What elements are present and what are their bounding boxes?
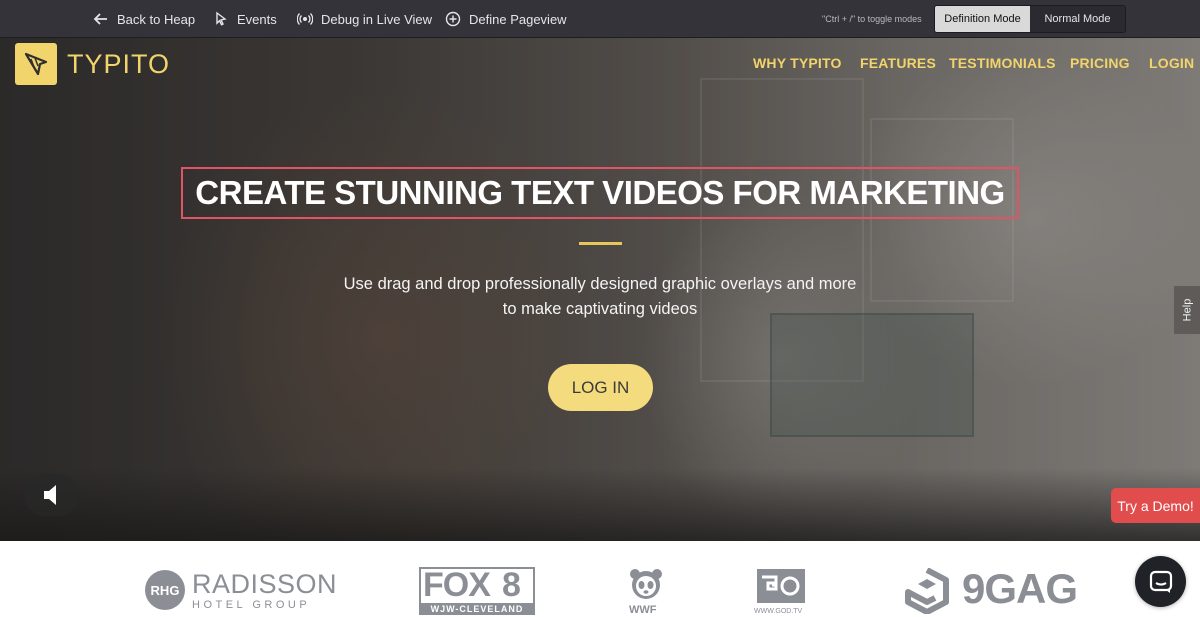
cursor-click-icon [216, 11, 227, 26]
wwf-name: WWF [629, 604, 657, 616]
godtv-name: WWW.GOD.TV [754, 608, 803, 615]
godtv-emblem-icon [757, 569, 805, 603]
fox8-subbar: WJW-CLEVELAND [421, 603, 533, 615]
film-clapper-icon [15, 43, 57, 85]
nav-testimonials[interactable]: TESTIMONIALS [949, 55, 1056, 71]
headline-highlight-box: CREATE STUNNING TEXT VIDEOS FOR MARKETIN… [181, 167, 1019, 219]
events-button[interactable]: Events [213, 0, 277, 38]
9gag-name: 9GAG [962, 565, 1078, 612]
debug-live-view-label: Debug in Live View [321, 11, 433, 27]
radisson-emblem: RHG [145, 570, 185, 610]
normal-mode-button[interactable]: Normal Mode [1030, 6, 1125, 32]
plus-circle-icon [445, 11, 461, 27]
arrow-left-icon [93, 13, 107, 25]
hero-login-button[interactable]: LOG IN [548, 364, 653, 411]
hero-subtext: Use drag and drop professionally designe… [300, 272, 900, 322]
nav-why-typito[interactable]: WHY TYPITO [753, 55, 842, 71]
fox8-number: 8 [502, 566, 521, 604]
try-demo-button[interactable]: Try a Demo! [1111, 488, 1200, 523]
radisson-emblem-text: RHG [150, 582, 180, 598]
hero-subtext-line-2: to make captivating videos [502, 300, 698, 318]
headline-divider [579, 242, 622, 245]
client-logos-strip: RHG RADISSON HOTEL GROUP FOX 8 WJW-CLEVE… [0, 541, 1200, 617]
help-tab[interactable]: Help [1174, 286, 1200, 334]
heap-toolbar: Back to Heap Events Debug in Live View D… [0, 0, 1200, 38]
hero-headline: CREATE STUNNING TEXT VIDEOS FOR MARKETIN… [195, 174, 1005, 211]
radisson-name: RADISSON [192, 569, 338, 599]
speaker-icon [43, 485, 56, 505]
back-to-heap-label: Back to Heap [117, 11, 196, 27]
logo-text: TYPITO [67, 48, 171, 79]
chat-bubble-icon [1149, 570, 1172, 593]
chat-widget-button[interactable] [1135, 556, 1186, 607]
9gag-emblem-icon [905, 568, 949, 614]
hero-video-background: TYPITO WHY TYPITO FEATURES TESTIMONIALS … [0, 38, 1200, 541]
fox8-subname: WJW-CLEVELAND [430, 604, 524, 614]
mode-toggle: Definition Mode Normal Mode [934, 5, 1126, 33]
help-tab-label: Help [1181, 298, 1193, 322]
debug-live-view-button[interactable]: Debug in Live View [297, 0, 432, 38]
nav-features[interactable]: FEATURES [860, 55, 936, 71]
sound-toggle-button[interactable] [24, 474, 79, 516]
hero-bottom-shade [0, 468, 1200, 541]
define-pageview-button[interactable]: Define Pageview [445, 0, 567, 38]
typito-logo[interactable]: TYPITO [15, 43, 170, 85]
back-to-heap-button[interactable]: Back to Heap [93, 0, 195, 38]
panda-icon [630, 569, 662, 599]
fox8-name: FOX [423, 566, 491, 604]
nav-pricing[interactable]: PRICING [1070, 55, 1130, 71]
hero-subtext-line-1: Use drag and drop professionally designe… [343, 275, 857, 293]
toggle-mode-hint: "Ctrl + /" to toggle modes [822, 14, 922, 24]
nav-login[interactable]: LOGIN [1149, 55, 1194, 71]
events-label: Events [237, 11, 277, 27]
radisson-subname: HOTEL GROUP [192, 599, 311, 611]
broadcast-icon [297, 13, 313, 25]
definition-mode-button[interactable]: Definition Mode [935, 6, 1030, 32]
define-pageview-label: Define Pageview [469, 11, 567, 27]
